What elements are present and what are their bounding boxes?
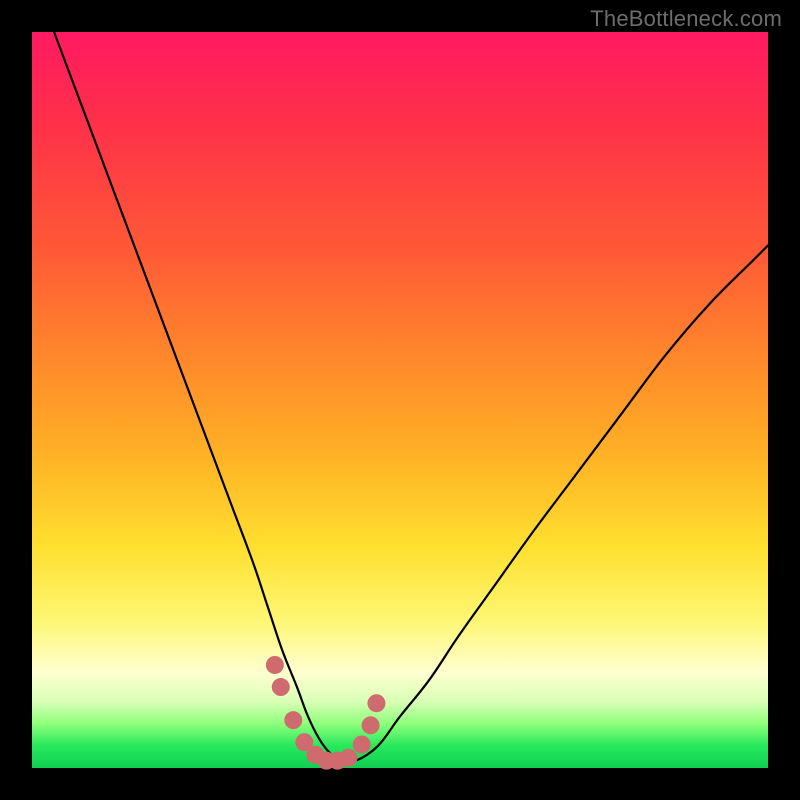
- curve-svg: [32, 32, 768, 768]
- highlight-marker: [266, 656, 284, 674]
- plot-area: [32, 32, 768, 768]
- chart-frame: TheBottleneck.com: [0, 0, 800, 800]
- highlight-marker: [353, 735, 371, 753]
- highlight-marker: [339, 749, 357, 767]
- highlight-marker: [272, 678, 290, 696]
- highlight-marker: [284, 711, 302, 729]
- highlight-marker: [367, 694, 385, 712]
- highlight-markers: [266, 656, 386, 770]
- watermark-text: TheBottleneck.com: [590, 6, 782, 32]
- bottleneck-curve: [54, 32, 768, 762]
- highlight-marker: [362, 716, 380, 734]
